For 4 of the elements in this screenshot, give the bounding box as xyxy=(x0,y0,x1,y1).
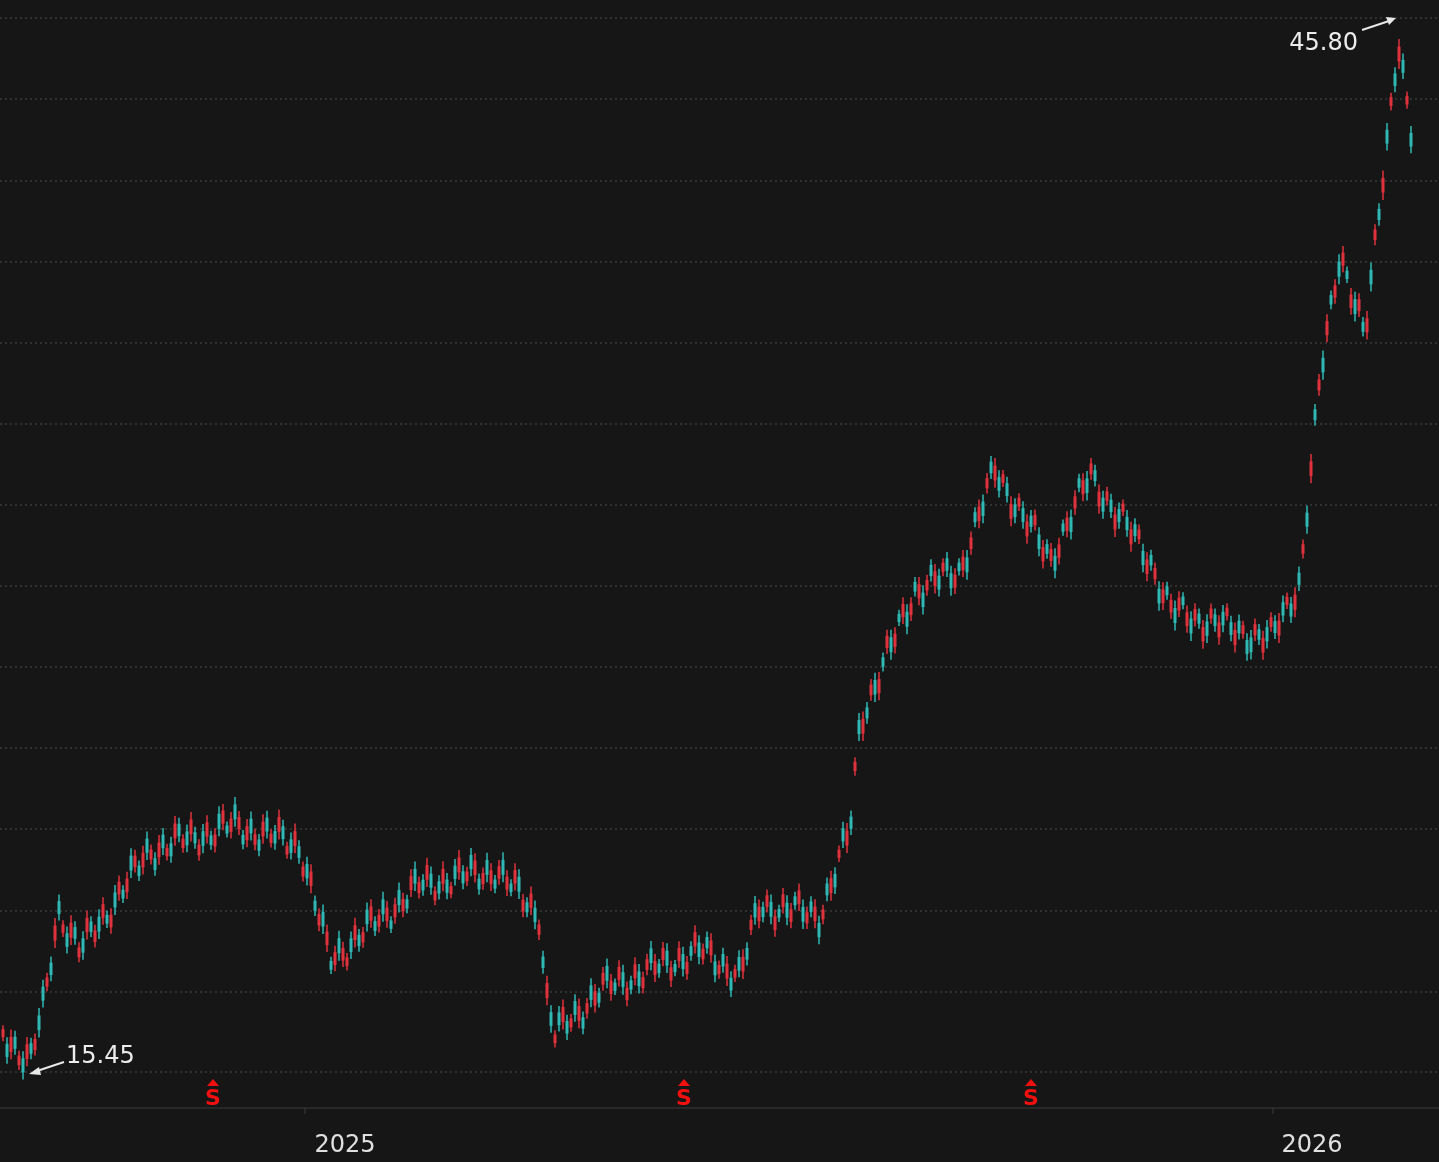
high-price-label: 45.80 xyxy=(1289,28,1358,56)
year-label: 2025 xyxy=(314,1130,376,1158)
low-price-label: 15.45 xyxy=(66,1041,135,1069)
year-label: 2026 xyxy=(1281,1130,1343,1158)
